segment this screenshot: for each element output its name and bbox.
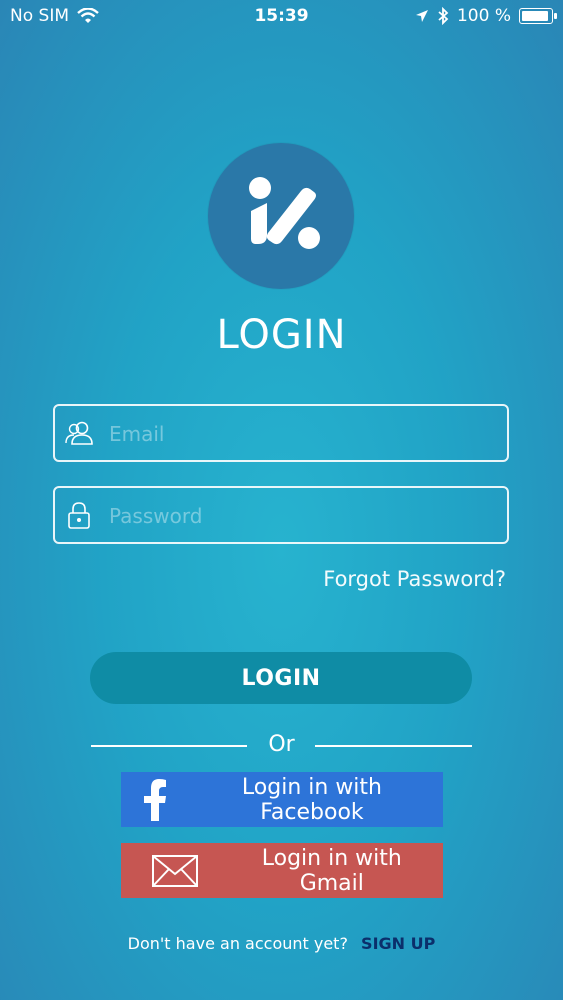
status-right: 100 % — [415, 6, 557, 26]
gmail-login-label: Login in with Gmail — [261, 845, 402, 896]
or-divider: Or — [91, 732, 472, 758]
email-field[interactable] — [53, 404, 509, 462]
divider-line-right — [315, 745, 472, 747]
password-input[interactable] — [107, 488, 501, 544]
app-logo — [208, 143, 354, 289]
battery-icon — [519, 8, 557, 24]
email-input[interactable] — [107, 406, 501, 462]
facebook-icon — [127, 772, 183, 827]
signup-prompt: Don't have an account yet? — [127, 934, 348, 953]
location-arrow-icon — [415, 10, 428, 22]
bluetooth-icon — [438, 7, 449, 25]
login-button[interactable]: LOGIN — [90, 652, 472, 704]
signup-link[interactable]: SIGN UP — [361, 934, 435, 953]
forgot-password-link[interactable]: Forgot Password? — [323, 567, 506, 591]
mail-icon — [127, 843, 223, 898]
user-icon — [65, 421, 93, 445]
password-field[interactable] — [53, 486, 509, 544]
battery-fill — [522, 11, 548, 21]
facebook-login-button[interactable]: Login in with Facebook — [121, 772, 443, 827]
page-title: LOGIN — [216, 312, 347, 358]
facebook-login-label: Login in with Facebook — [241, 774, 382, 825]
status-bar: No SIM 15:39 100 % — [0, 0, 563, 34]
app-logo-mark — [249, 177, 320, 249]
gmail-login-button[interactable]: Login in with Gmail — [121, 843, 443, 898]
battery-label: 100 % — [456, 6, 511, 26]
signup-row: Don't have an account yet? SIGN UP — [0, 934, 563, 953]
lock-icon — [68, 502, 90, 529]
